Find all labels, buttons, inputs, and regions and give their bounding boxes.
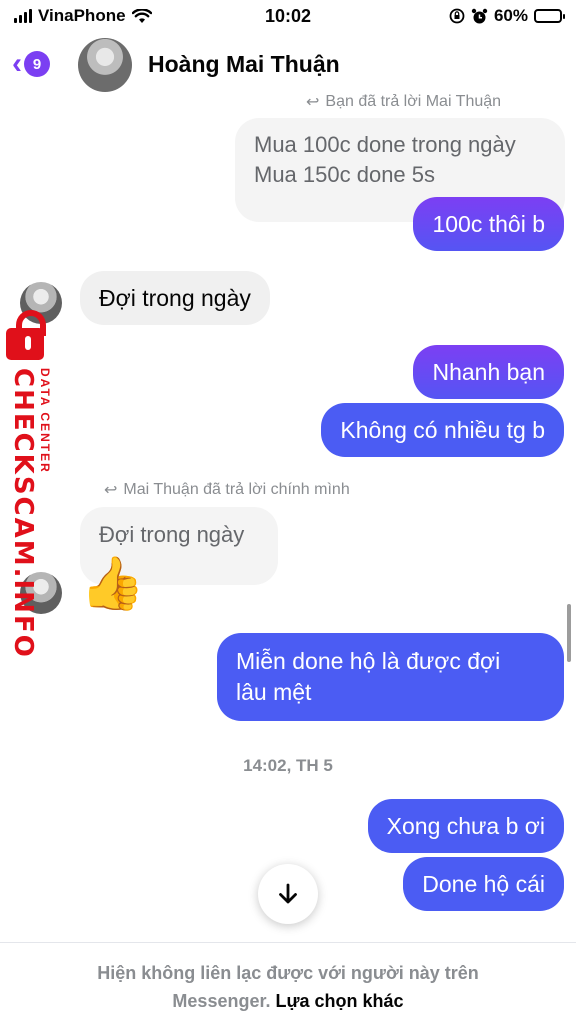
scroll-down-button[interactable]	[258, 864, 318, 924]
notice-line-1: Hiện không liên lạc được với người này t…	[97, 963, 479, 983]
watermark-main-text: CHECKSCAM.INFO	[8, 368, 38, 659]
message-outgoing[interactable]: Không có nhiều tg b	[321, 403, 564, 457]
message-line-1: Miễn done hộ là được đợi	[236, 648, 501, 674]
message-line-2: lâu mệt	[236, 679, 312, 705]
chevron-left-icon: ‹	[12, 47, 22, 80]
lock-body	[6, 328, 44, 360]
footer-notice: Hiện không liên lạc được với người này t…	[0, 942, 576, 1024]
message-outgoing[interactable]: 100c thôi b	[413, 197, 564, 251]
message-outgoing[interactable]: Xong chưa b ơi	[367, 799, 564, 853]
timestamp: 14:02, TH 5	[243, 756, 333, 775]
quoted-line-1: Mua 100c done trong ngày	[254, 132, 516, 157]
alarm-icon	[471, 8, 488, 23]
thumbs-up-icon[interactable]: 👍	[80, 558, 145, 610]
unread-badge: 9	[24, 51, 50, 77]
scrollbar[interactable]	[567, 604, 571, 662]
reply-arrow-icon: ↩	[306, 94, 320, 111]
reply-note-top-text: Bạn đã trả lời Mai Thuận	[325, 93, 502, 110]
message-incoming[interactable]: Đợi trong ngày	[80, 271, 270, 325]
message-outgoing[interactable]: Nhanh bạn	[413, 345, 564, 399]
other-options-link[interactable]: Lựa chọn khác	[276, 991, 404, 1011]
contact-avatar[interactable]	[78, 38, 132, 92]
message-outgoing[interactable]: Done hộ cái	[403, 857, 564, 911]
watermark: CHECKSCAM.INFO DATA CENTER	[2, 310, 62, 659]
contact-name[interactable]: Hoàng Mai Thuận	[148, 51, 340, 78]
status-bar: VinaPhone 10:02 60%	[0, 0, 576, 32]
reply-note-mid-text: Mai Thuận đã trả lời chính mình	[123, 481, 350, 498]
message-outgoing[interactable]: Miễn done hộ là được đợi lâu mệt	[217, 633, 564, 721]
quoted-line-2: Mua 150c done 5s	[254, 162, 436, 187]
status-right: 60%	[449, 6, 565, 26]
back-button[interactable]: ‹ 9	[12, 49, 50, 79]
watermark-sub-text: DATA CENTER	[38, 368, 52, 474]
notice-line-2-wrap: Messenger. Lựa chọn khác	[0, 987, 576, 1015]
reply-note-mid: ↩ Mai Thuận đã trả lời chính mình	[104, 480, 350, 500]
notice-line-2: Messenger.	[172, 991, 271, 1011]
battery-icon	[534, 9, 565, 23]
orientation-lock-icon	[449, 8, 465, 24]
reply-note-top: ↩ Bạn đã trả lời Mai Thuận	[306, 92, 501, 112]
reply-arrow-icon: ↩	[104, 482, 118, 499]
arrow-down-icon	[279, 883, 297, 904]
chat-header: ‹ 9 Hoàng Mai Thuận	[0, 32, 576, 98]
battery-percent: 60%	[493, 6, 528, 25]
